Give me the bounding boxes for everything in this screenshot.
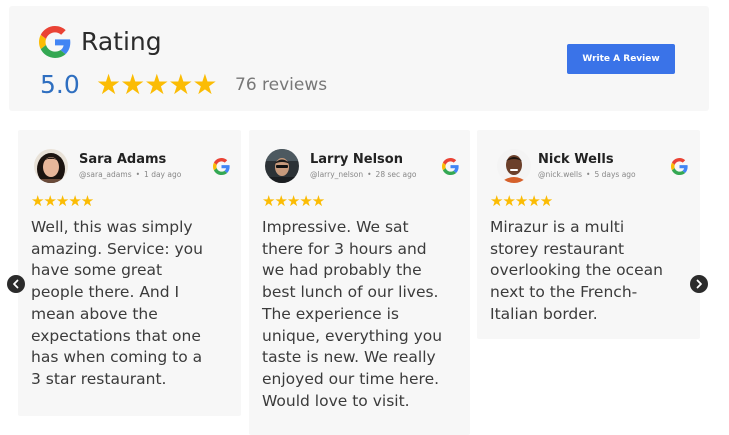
rating-title: Rating — [81, 27, 162, 56]
review-meta: @sara_adams • 1 day ago — [79, 170, 182, 179]
google-g-icon — [213, 158, 230, 175]
avatar — [265, 149, 299, 183]
reviewer-handle: @nick.wells — [538, 170, 583, 179]
reviewer-handle: @larry_nelson — [310, 170, 364, 179]
review-meta: @nick.wells • 5 days ago — [538, 170, 636, 179]
reviewer-name: Nick Wells — [538, 152, 614, 167]
review-card: Larry Nelson @larry_nelson • 28 sec ago ★★… — [249, 130, 470, 435]
chevron-right-icon — [696, 279, 702, 289]
google-g-icon — [671, 158, 688, 175]
review-text: Mirazur is a multi storey restaurant overl… — [490, 218, 663, 323]
average-stars: ★★★★★ — [96, 68, 218, 101]
write-review-button[interactable]: Write A Review — [567, 44, 675, 74]
avatar — [34, 149, 68, 183]
review-stars: ★★★★★ — [490, 192, 553, 210]
average-score: 5.0 — [40, 70, 80, 99]
review-meta: @larry_nelson • 28 sec ago — [310, 170, 417, 179]
carousel-next-button[interactable] — [690, 275, 708, 293]
reviewer-name: Larry Nelson — [310, 152, 403, 167]
google-g-icon — [39, 26, 71, 58]
review-time: 28 sec ago — [375, 170, 417, 179]
review-stars: ★★★★★ — [31, 192, 94, 210]
review-stars: ★★★★★ — [262, 192, 325, 210]
reviewer-handle: @sara_adams — [79, 170, 132, 179]
reviewer-name: Sara Adams — [79, 152, 167, 167]
review-time: 1 day ago — [144, 170, 182, 179]
avatar — [497, 149, 531, 183]
review-time: 5 days ago — [594, 170, 636, 179]
review-card: Sara Adams @sara_adams • 1 day ago ★★★★★ W… — [18, 130, 241, 416]
google-g-icon — [442, 158, 459, 175]
review-text: Well, this was simply amazing. Service: y… — [31, 218, 203, 388]
rating-summary-panel: Rating 5.0 ★★★★★ 76 reviews Write A Revi… — [9, 6, 709, 111]
review-text: Impressive. We sat there for 3 hours and w… — [262, 218, 443, 410]
review-count: 76 reviews — [235, 75, 328, 95]
chevron-left-icon — [13, 279, 19, 289]
review-card: Nick Wells @nick.wells • 5 days ago ★★★★★ … — [477, 130, 700, 339]
carousel-prev-button[interactable] — [7, 275, 25, 293]
